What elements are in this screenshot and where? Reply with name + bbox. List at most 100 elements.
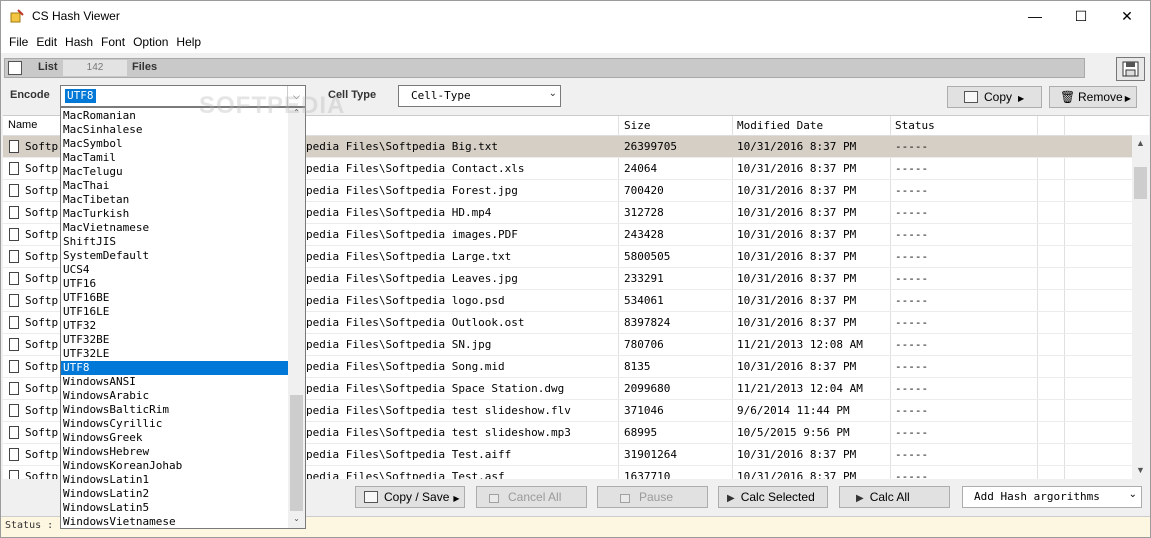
encode-option[interactable]: MacVietnamese (61, 221, 289, 235)
scroll-down-icon[interactable]: ⌄ (288, 514, 305, 528)
encode-option[interactable]: UTF32 (61, 319, 289, 333)
copy-button[interactable]: Copy ▶ (947, 86, 1042, 108)
encode-option[interactable]: WindowsGreek (61, 431, 289, 445)
save-list-button[interactable] (1116, 57, 1145, 81)
column-header-modified-date[interactable]: Modified Date (737, 119, 823, 132)
chevron-down-icon[interactable]: ⌵ (287, 86, 305, 106)
hash-algorithm-select[interactable]: Add Hash argorithms ⌄ (962, 486, 1142, 508)
encode-option[interactable]: UTF32BE (61, 333, 289, 347)
column-header-size[interactable]: Size (624, 119, 651, 132)
encode-option[interactable]: ShiftJIS (61, 235, 289, 249)
column-header-name[interactable]: Name (8, 119, 37, 131)
table-scrollbar[interactable]: ▲ ▼ (1132, 135, 1149, 479)
encode-option[interactable]: UTF16LE (61, 305, 289, 319)
encode-select[interactable]: UTF8 ⌵ (60, 85, 306, 107)
encode-option[interactable]: WindowsBalticRim (61, 403, 289, 417)
pause-label: Pause (639, 490, 674, 504)
cell-path: pedia Files\Softpedia Song.mid (306, 360, 505, 373)
scroll-thumb[interactable] (290, 395, 303, 511)
calc-all-button[interactable]: ▶ Calc All (839, 486, 950, 508)
menu-file[interactable]: File (6, 31, 32, 53)
cell-name-prefix: Softp (25, 316, 59, 329)
cell-modified-date: 10/31/2016 8:37 PM (737, 360, 857, 373)
copy-save-button[interactable]: Copy / Save ▶ (355, 486, 465, 508)
cell-status: ----- (895, 404, 929, 417)
menu-font[interactable]: Font (97, 31, 129, 53)
menu-hash[interactable]: Hash (61, 31, 97, 53)
column-header-status[interactable]: Status (895, 119, 935, 132)
minimize-button[interactable]: — (1012, 1, 1058, 31)
celltype-select[interactable]: Cell-Type ⌄ (398, 85, 561, 107)
encode-option[interactable]: WindowsKoreanJohab (61, 459, 289, 473)
encode-option[interactable]: SystemDefault (61, 249, 289, 263)
cell-modified-date: 10/31/2016 8:37 PM (737, 250, 857, 263)
cell-name-prefix: Softp (25, 360, 59, 373)
remove-button[interactable]: 🗑 Remove ▶ (1049, 86, 1137, 108)
scroll-down-icon[interactable]: ▼ (1132, 462, 1149, 479)
file-icon (9, 140, 19, 153)
app-icon (10, 9, 24, 23)
encode-option[interactable]: WindowsLatin1 (61, 473, 289, 487)
cell-size: 534061 (624, 294, 664, 307)
cell-status: ----- (895, 338, 929, 351)
cell-modified-date: 10/31/2016 8:37 PM (737, 294, 857, 307)
window-icon (964, 91, 978, 103)
encode-option[interactable]: WindowsCyrillic (61, 417, 289, 431)
cell-name-prefix: Softp (25, 140, 59, 153)
cell-modified-date: 10/31/2016 8:37 PM (737, 140, 857, 153)
encode-option[interactable]: UTF32LE (61, 347, 289, 361)
cancel-all-label: Cancel All (508, 490, 562, 504)
pause-icon (620, 494, 630, 503)
cell-size: 243428 (624, 228, 664, 241)
encode-option[interactable]: MacRomanian (61, 109, 289, 123)
encode-option[interactable]: WindowsANSI (61, 375, 289, 389)
stop-icon (489, 494, 499, 503)
scroll-up-icon[interactable]: ⌃ (288, 108, 305, 122)
scroll-thumb[interactable] (1134, 167, 1147, 199)
cell-modified-date: 10/31/2016 8:37 PM (737, 316, 857, 329)
encode-option[interactable]: MacTibetan (61, 193, 289, 207)
encode-option[interactable]: MacTelugu (61, 165, 289, 179)
list-file-icon[interactable] (8, 61, 22, 75)
encode-option[interactable]: UCS4 (61, 263, 289, 277)
files-label: Files (132, 61, 158, 73)
close-button[interactable]: ✕ (1104, 1, 1150, 31)
cancel-all-button[interactable]: Cancel All (476, 486, 587, 508)
menu-option[interactable]: Option (129, 31, 172, 53)
cell-path: pedia Files\Softpedia Leaves.jpg (306, 272, 518, 285)
encode-option[interactable]: WindowsLatin2 (61, 487, 289, 501)
encode-option[interactable]: UTF8 (61, 361, 289, 375)
encode-option[interactable]: MacTamil (61, 151, 289, 165)
title-bar: CS Hash Viewer — ☐ ✕ (1, 1, 1150, 31)
calc-selected-button[interactable]: ▶ Calc Selected (718, 486, 828, 508)
encode-option[interactable]: MacSymbol (61, 137, 289, 151)
cell-path: pedia Files\Softpedia Test.aiff (306, 448, 512, 461)
encode-option[interactable]: UTF16BE (61, 291, 289, 305)
encode-option[interactable]: WindowsLatin5 (61, 501, 289, 515)
encode-option[interactable]: MacThai (61, 179, 289, 193)
play-icon: ▶ (727, 493, 735, 504)
menu-help[interactable]: Help (172, 31, 205, 53)
encode-option[interactable]: UTF16 (61, 277, 289, 291)
dropdown-scrollbar[interactable]: ⌃ ⌄ (288, 108, 305, 528)
encode-option[interactable]: MacTurkish (61, 207, 289, 221)
list-bar: List 142 Files (4, 58, 1085, 78)
encode-option[interactable]: WindowsArabic (61, 389, 289, 403)
encode-option[interactable]: WindowsVietnamese (61, 515, 289, 528)
pause-button[interactable]: Pause (597, 486, 708, 508)
scroll-up-icon[interactable]: ▲ (1132, 135, 1149, 152)
cell-status: ----- (895, 382, 929, 395)
calc-selected-label: Calc Selected (740, 490, 815, 504)
maximize-button[interactable]: ☐ (1058, 1, 1104, 31)
encode-option[interactable]: MacSinhalese (61, 123, 289, 137)
cell-name-prefix: Softp (25, 184, 59, 197)
cell-path: pedia Files\Softpedia Outlook.ost (306, 316, 525, 329)
menu-edit[interactable]: Edit (32, 31, 61, 53)
cell-status: ----- (895, 250, 929, 263)
cell-modified-date: 10/31/2016 8:37 PM (737, 206, 857, 219)
file-icon (9, 426, 19, 439)
cell-status: ----- (895, 448, 929, 461)
cell-modified-date: 11/21/2013 12:04 AM (737, 382, 863, 395)
encode-option[interactable]: WindowsHebrew (61, 445, 289, 459)
cell-name-prefix: Softp (25, 426, 59, 439)
